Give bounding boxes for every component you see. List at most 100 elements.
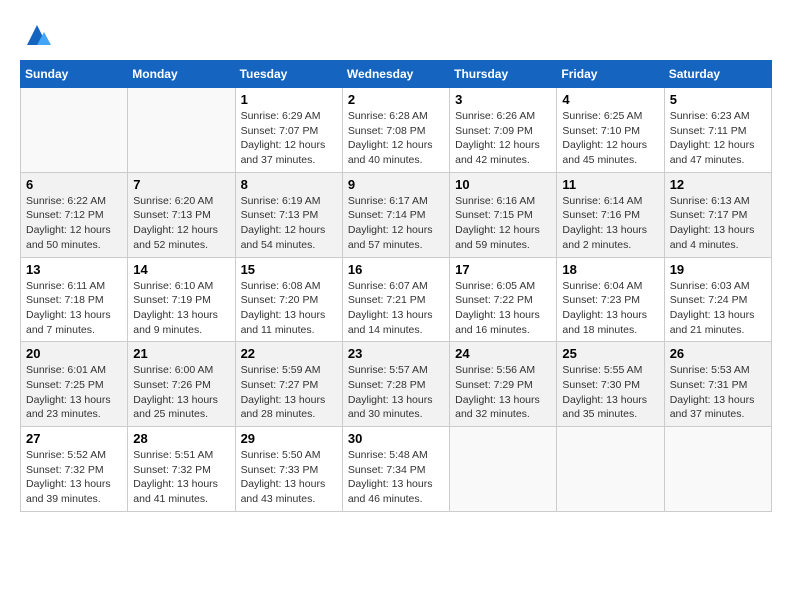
weekday-header-tuesday: Tuesday [235,61,342,88]
day-number: 21 [133,346,229,361]
day-info: Sunrise: 6:05 AMSunset: 7:22 PMDaylight:… [455,279,551,338]
day-number: 11 [562,177,658,192]
day-info: Sunrise: 6:07 AMSunset: 7:21 PMDaylight:… [348,279,444,338]
day-number: 13 [26,262,122,277]
day-number: 17 [455,262,551,277]
day-info: Sunrise: 6:08 AMSunset: 7:20 PMDaylight:… [241,279,337,338]
day-info: Sunrise: 6:25 AMSunset: 7:10 PMDaylight:… [562,109,658,168]
calendar-cell: 23 Sunrise: 5:57 AMSunset: 7:28 PMDayligh… [342,342,449,427]
day-number: 14 [133,262,229,277]
calendar-cell [450,427,557,512]
day-info: Sunrise: 6:04 AMSunset: 7:23 PMDaylight:… [562,279,658,338]
day-info: Sunrise: 5:52 AMSunset: 7:32 PMDaylight:… [26,448,122,507]
calendar-cell: 28 Sunrise: 5:51 AMSunset: 7:32 PMDayligh… [128,427,235,512]
calendar-week-row: 20 Sunrise: 6:01 AMSunset: 7:25 PMDayligh… [21,342,772,427]
calendar-cell: 25 Sunrise: 5:55 AMSunset: 7:30 PMDayligh… [557,342,664,427]
page-header [20,20,772,50]
calendar-cell: 24 Sunrise: 5:56 AMSunset: 7:29 PMDayligh… [450,342,557,427]
calendar-cell [128,88,235,173]
calendar-cell: 20 Sunrise: 6:01 AMSunset: 7:25 PMDayligh… [21,342,128,427]
day-number: 24 [455,346,551,361]
calendar-cell: 11 Sunrise: 6:14 AMSunset: 7:16 PMDayligh… [557,172,664,257]
day-number: 3 [455,92,551,107]
day-number: 16 [348,262,444,277]
day-info: Sunrise: 6:14 AMSunset: 7:16 PMDaylight:… [562,194,658,253]
weekday-header-friday: Friday [557,61,664,88]
day-number: 25 [562,346,658,361]
day-info: Sunrise: 6:10 AMSunset: 7:19 PMDaylight:… [133,279,229,338]
day-number: 1 [241,92,337,107]
calendar-cell: 12 Sunrise: 6:13 AMSunset: 7:17 PMDayligh… [664,172,771,257]
day-number: 18 [562,262,658,277]
day-info: Sunrise: 6:20 AMSunset: 7:13 PMDaylight:… [133,194,229,253]
day-number: 26 [670,346,766,361]
logo-icon [22,20,52,50]
day-number: 15 [241,262,337,277]
day-number: 5 [670,92,766,107]
day-info: Sunrise: 6:13 AMSunset: 7:17 PMDaylight:… [670,194,766,253]
day-info: Sunrise: 6:16 AMSunset: 7:15 PMDaylight:… [455,194,551,253]
day-info: Sunrise: 6:03 AMSunset: 7:24 PMDaylight:… [670,279,766,338]
day-number: 22 [241,346,337,361]
day-number: 28 [133,431,229,446]
day-info: Sunrise: 6:19 AMSunset: 7:13 PMDaylight:… [241,194,337,253]
calendar-cell: 27 Sunrise: 5:52 AMSunset: 7:32 PMDayligh… [21,427,128,512]
day-number: 2 [348,92,444,107]
calendar-cell: 30Sunrise: 5:48 AMSunset: 7:34 PMDayligh… [342,427,449,512]
calendar-cell: 2Sunrise: 6:28 AMSunset: 7:08 PMDaylight… [342,88,449,173]
calendar-cell: 13 Sunrise: 6:11 AMSunset: 7:18 PMDayligh… [21,257,128,342]
day-info: Sunrise: 5:53 AMSunset: 7:31 PMDaylight:… [670,363,766,422]
day-number: 23 [348,346,444,361]
calendar-cell: 29 Sunrise: 5:50 AMSunset: 7:33 PMDayligh… [235,427,342,512]
calendar-cell [21,88,128,173]
day-info: Sunrise: 6:29 AMSunset: 7:07 PMDaylight:… [241,109,337,168]
day-info: Sunrise: 5:51 AMSunset: 7:32 PMDaylight:… [133,448,229,507]
calendar-cell: 19Sunrise: 6:03 AMSunset: 7:24 PMDayligh… [664,257,771,342]
day-number: 6 [26,177,122,192]
weekday-header-thursday: Thursday [450,61,557,88]
calendar-cell: 7Sunrise: 6:20 AMSunset: 7:13 PMDaylight… [128,172,235,257]
calendar-cell: 26 Sunrise: 5:53 AMSunset: 7:31 PMDayligh… [664,342,771,427]
calendar-week-row: 27 Sunrise: 5:52 AMSunset: 7:32 PMDayligh… [21,427,772,512]
weekday-header-saturday: Saturday [664,61,771,88]
day-info: Sunrise: 5:59 AMSunset: 7:27 PMDaylight:… [241,363,337,422]
day-number: 10 [455,177,551,192]
calendar-week-row: 13 Sunrise: 6:11 AMSunset: 7:18 PMDayligh… [21,257,772,342]
day-info: Sunrise: 6:11 AMSunset: 7:18 PMDaylight:… [26,279,122,338]
calendar-week-row: 1 Sunrise: 6:29 AMSunset: 7:07 PMDaylight… [21,88,772,173]
weekday-header-row: SundayMondayTuesdayWednesdayThursdayFrid… [21,61,772,88]
day-number: 4 [562,92,658,107]
day-info: Sunrise: 5:56 AMSunset: 7:29 PMDaylight:… [455,363,551,422]
calendar-cell: 3Sunrise: 6:26 AMSunset: 7:09 PMDaylight… [450,88,557,173]
day-info: Sunrise: 6:22 AMSunset: 7:12 PMDaylight:… [26,194,122,253]
calendar-cell: 22 Sunrise: 5:59 AMSunset: 7:27 PMDayligh… [235,342,342,427]
weekday-header-monday: Monday [128,61,235,88]
calendar-cell [557,427,664,512]
calendar-cell: 8Sunrise: 6:19 AMSunset: 7:13 PMDaylight… [235,172,342,257]
day-info: Sunrise: 6:01 AMSunset: 7:25 PMDaylight:… [26,363,122,422]
day-number: 12 [670,177,766,192]
calendar-cell: 18 Sunrise: 6:04 AMSunset: 7:23 PMDayligh… [557,257,664,342]
day-info: Sunrise: 5:50 AMSunset: 7:33 PMDaylight:… [241,448,337,507]
day-number: 20 [26,346,122,361]
day-info: Sunrise: 6:23 AMSunset: 7:11 PMDaylight:… [670,109,766,168]
calendar-cell [664,427,771,512]
calendar-cell: 14 Sunrise: 6:10 AMSunset: 7:19 PMDayligh… [128,257,235,342]
calendar-cell: 16 Sunrise: 6:07 AMSunset: 7:21 PMDayligh… [342,257,449,342]
day-number: 27 [26,431,122,446]
weekday-header-sunday: Sunday [21,61,128,88]
calendar-cell: 15 Sunrise: 6:08 AMSunset: 7:20 PMDayligh… [235,257,342,342]
calendar-cell: 9 Sunrise: 6:17 AMSunset: 7:14 PMDaylight… [342,172,449,257]
day-number: 9 [348,177,444,192]
day-info: Sunrise: 6:17 AMSunset: 7:14 PMDaylight:… [348,194,444,253]
calendar-cell: 10 Sunrise: 6:16 AMSunset: 7:15 PMDayligh… [450,172,557,257]
day-number: 29 [241,431,337,446]
calendar-table: SundayMondayTuesdayWednesdayThursdayFrid… [20,60,772,512]
day-info: Sunrise: 5:57 AMSunset: 7:28 PMDaylight:… [348,363,444,422]
weekday-header-wednesday: Wednesday [342,61,449,88]
day-info: Sunrise: 5:55 AMSunset: 7:30 PMDaylight:… [562,363,658,422]
logo [20,20,52,50]
day-number: 30 [348,431,444,446]
day-info: Sunrise: 6:00 AMSunset: 7:26 PMDaylight:… [133,363,229,422]
calendar-cell: 17 Sunrise: 6:05 AMSunset: 7:22 PMDayligh… [450,257,557,342]
